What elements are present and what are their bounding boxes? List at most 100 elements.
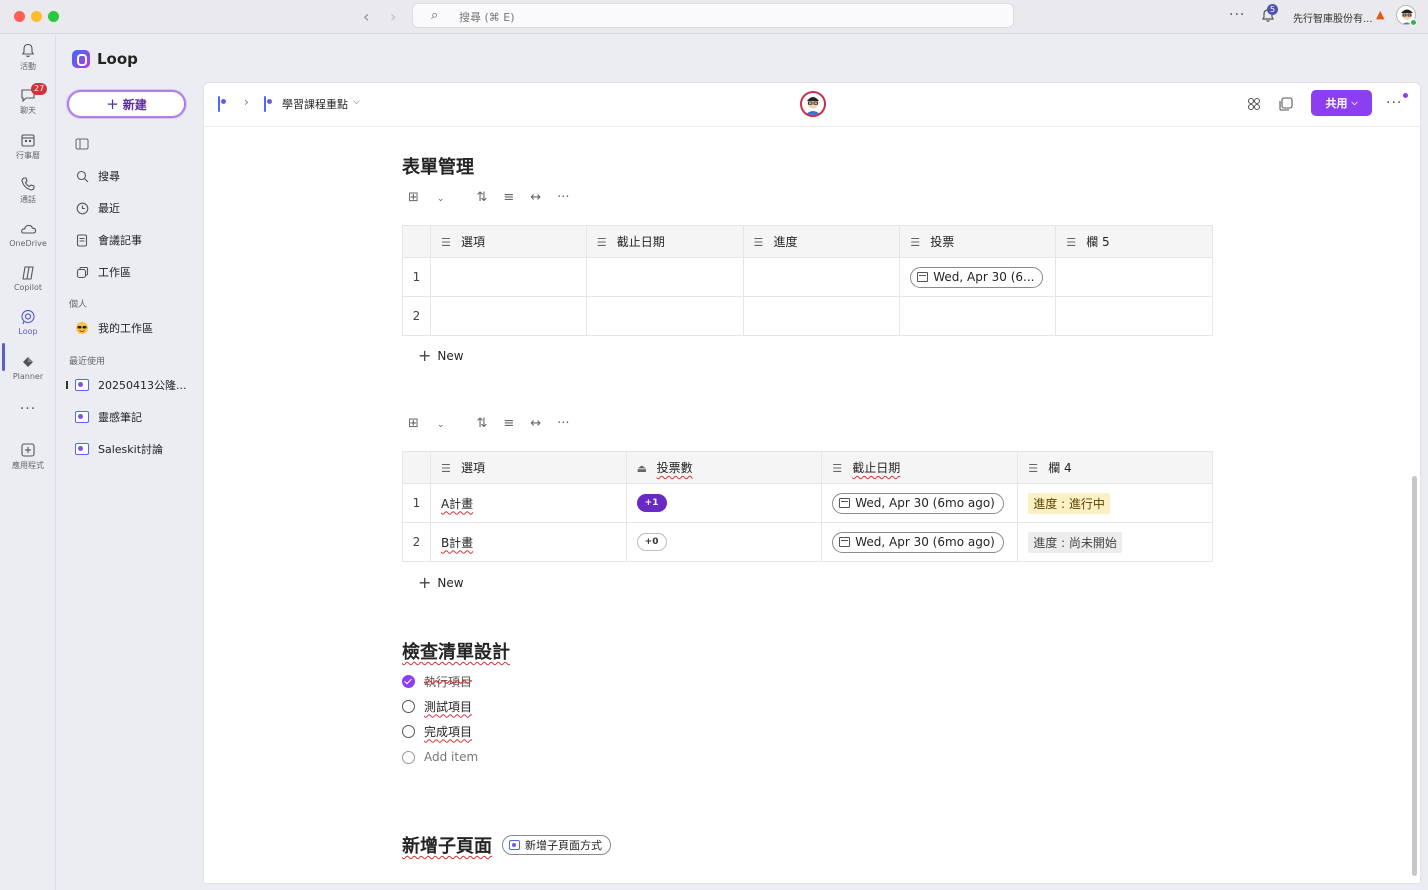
page-title-breadcrumb[interactable]: 學習課程重點 <box>282 96 348 112</box>
page-more-button[interactable]: ··· <box>1386 95 1402 111</box>
table-cell[interactable]: Wed, Apr 30 (6... <box>899 257 1057 297</box>
table-cell[interactable]: Wed, Apr 30 (6mo ago) <box>821 483 1019 523</box>
table-cell[interactable] <box>1055 296 1213 336</box>
section-heading-subpage[interactable]: 新增子頁面 <box>402 832 492 858</box>
collapse-sidebar-button[interactable] <box>74 134 98 154</box>
close-window-button[interactable] <box>14 11 25 22</box>
table-cell[interactable]: +0 <box>625 522 823 562</box>
sort-icon[interactable]: ⇅ <box>476 416 487 431</box>
rail-planner[interactable]: Planner <box>0 354 56 381</box>
column-width-icon[interactable]: ↔ <box>530 416 541 431</box>
table-cell[interactable]: A計畫 <box>429 483 627 523</box>
column-header[interactable]: ☰ 欄 4 <box>1017 451 1213 484</box>
checkbox-unchecked[interactable] <box>402 699 415 713</box>
table-more-icon[interactable]: ··· <box>557 190 569 205</box>
table-cell[interactable] <box>742 257 901 297</box>
rail-onedrive[interactable]: OneDrive <box>0 221 56 248</box>
checklist-item[interactable]: 測試項目 <box>402 697 472 715</box>
sidebar-recent-item[interactable]: 20250413公隆... <box>74 375 186 395</box>
sidebar-recent-item[interactable]: 靈感筆記 <box>74 407 142 427</box>
rail-calls[interactable]: 通話 <box>0 176 56 205</box>
checklist-item[interactable]: 完成項目 <box>402 722 472 740</box>
table-cell[interactable] <box>429 296 587 336</box>
subpage-link-chip[interactable]: 新增子頁面方式 <box>502 835 611 855</box>
loop-page-icon <box>75 411 89 423</box>
back-arrow-icon[interactable]: ‹ <box>363 7 369 26</box>
sidebar-item-meeting-notes[interactable]: 會議記事 <box>74 230 142 250</box>
column-header[interactable]: ☰ 選項 <box>429 451 627 484</box>
checklist-item[interactable]: 執行項目 <box>402 672 472 690</box>
sidebar-recent-item[interactable]: Saleskit討論 <box>74 439 163 459</box>
filter-icon[interactable]: ≡ <box>503 190 514 205</box>
add-row-button[interactable]: + New <box>418 573 464 592</box>
column-header[interactable]: ⏏ 投票數 <box>625 451 823 484</box>
minimize-window-button[interactable] <box>31 11 42 22</box>
column-header[interactable]: ☰ 截止日期 <box>585 225 744 258</box>
status-label[interactable]: 進度 : 尚未開始 <box>1028 531 1122 553</box>
column-header[interactable]: ☰ 投票 <box>899 225 1057 258</box>
warning-icon[interactable]: ▲ <box>1376 8 1384 21</box>
column-header[interactable]: ☰ 欄 5 <box>1055 225 1213 258</box>
chevron-down-icon[interactable]: ⌵ <box>353 97 360 107</box>
rail-chat[interactable]: 27 聊天 <box>0 83 56 116</box>
table-more-icon[interactable]: ··· <box>557 416 569 431</box>
rail-copilot[interactable]: Copilot <box>0 265 56 292</box>
forward-arrow-icon[interactable]: › <box>390 7 396 26</box>
checkbox-unchecked[interactable] <box>402 724 415 738</box>
personal-section-heading: 個人 <box>69 300 88 310</box>
filter-icon[interactable]: ≡ <box>503 416 514 431</box>
table-view-icon[interactable]: ⊞ ⌄ <box>408 190 460 205</box>
table-cell[interactable] <box>742 296 901 336</box>
table-cell[interactable] <box>585 257 744 297</box>
new-button[interactable]: + 新建 <box>67 90 186 118</box>
table-view-icon[interactable]: ⊞ ⌄ <box>408 416 460 431</box>
column-width-icon[interactable]: ↔ <box>530 190 541 205</box>
page-canvas: › 學習課程重點 ⌵ 共用 ⌵ ··· 表單管理 ⊞ ⌄ ⇅ ≡ ↔ ··· ☰… <box>204 83 1420 883</box>
table-cell[interactable] <box>585 296 744 336</box>
components-icon[interactable] <box>1246 96 1262 112</box>
column-header[interactable]: ☰ 進度 <box>742 225 901 258</box>
page-scrollbar[interactable] <box>1412 476 1417 876</box>
date-pill[interactable]: Wed, Apr 30 (6mo ago) <box>832 531 1004 553</box>
share-button[interactable]: 共用 ⌵ <box>1311 90 1372 116</box>
sidebar-item-recent[interactable]: 最近 <box>74 198 120 218</box>
notification-dot-icon <box>1403 93 1408 98</box>
table-cell[interactable] <box>1055 257 1213 297</box>
rail-more-apps[interactable]: ··· <box>0 401 56 417</box>
sort-icon[interactable]: ⇅ <box>476 190 487 205</box>
table-cell[interactable]: 進度 : 尚未開始 <box>1017 522 1213 562</box>
add-row-button[interactable]: + New <box>418 346 464 365</box>
table-cell[interactable]: Wed, Apr 30 (6mo ago) <box>821 522 1019 562</box>
table-cell[interactable]: +1 <box>625 483 823 523</box>
date-pill[interactable]: Wed, Apr 30 (6mo ago) <box>832 492 1004 514</box>
copy-component-icon[interactable] <box>1278 96 1294 112</box>
sidebar-item-search[interactable]: 搜尋 <box>74 166 120 186</box>
sidebar-item-my-workspace[interactable]: 我的工作區 <box>74 318 153 338</box>
workspace-breadcrumb[interactable] <box>218 96 220 112</box>
table-cell[interactable]: B計畫 <box>429 522 627 562</box>
share-button-label: 共用 <box>1325 97 1348 110</box>
status-label[interactable]: 進度 : 進行中 <box>1028 492 1110 514</box>
add-checklist-item[interactable]: Add item <box>402 748 478 766</box>
column-header[interactable]: ☰ 截止日期 <box>821 451 1019 484</box>
checkbox-checked[interactable] <box>402 674 415 688</box>
rail-activity[interactable]: 活動 <box>0 43 56 72</box>
vote-button[interactable]: +1 <box>636 494 667 512</box>
sidebar-item-workspaces[interactable]: 工作區 <box>74 262 131 282</box>
date-pill[interactable]: Wed, Apr 30 (6... <box>910 266 1044 288</box>
vote-button[interactable]: +0 <box>636 533 667 551</box>
rail-calendar[interactable]: 行事曆 <box>0 132 56 161</box>
rail-apps[interactable]: 應用程式 <box>0 442 56 471</box>
zoom-window-button[interactable] <box>48 11 59 22</box>
titlebar-more-button[interactable]: ··· <box>1229 7 1245 23</box>
section-heading-form[interactable]: 表單管理 <box>402 153 474 179</box>
section-heading-checklist[interactable]: 檢查清單設計 <box>402 638 510 664</box>
table-cell[interactable]: 進度 : 進行中 <box>1017 483 1213 523</box>
collaborator-avatar[interactable] <box>800 91 826 117</box>
table-cell[interactable] <box>899 296 1057 336</box>
organization-name[interactable]: 先行智庫股份有... <box>1293 10 1373 25</box>
global-search-input[interactable]: ⌕ 搜尋 (⌘ E) <box>412 3 1014 28</box>
table-cell[interactable] <box>429 257 587 297</box>
rail-loop[interactable]: Loop <box>0 309 56 336</box>
column-header[interactable]: ☰ 選項 <box>429 225 587 258</box>
